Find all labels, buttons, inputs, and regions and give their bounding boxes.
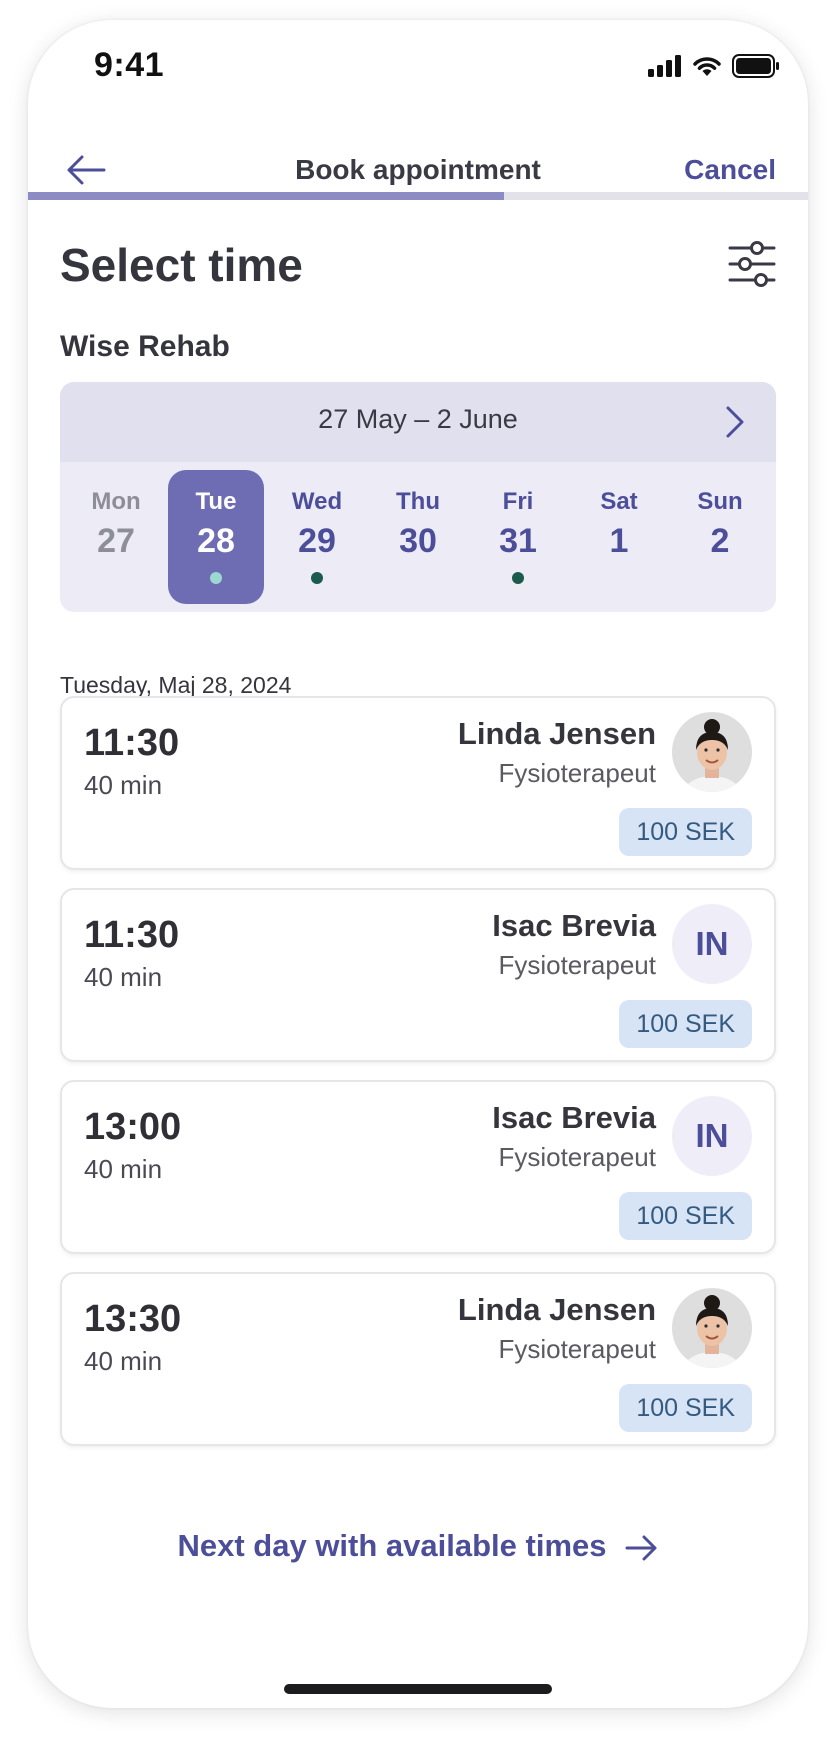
slot-duration: 40 min: [84, 1346, 163, 1376]
day-number: 31: [499, 522, 537, 560]
availability-dot: [210, 572, 222, 584]
day-number: 2: [710, 522, 730, 560]
avatar: [672, 1288, 752, 1368]
day-number: 27: [97, 522, 135, 560]
day-name: Tue: [195, 488, 237, 515]
day-tue[interactable]: Tue 28: [168, 470, 264, 604]
time-slot-card[interactable]: 13:30 40 min Linda Jensen Fysioterapeut …: [60, 1272, 776, 1446]
next-available-day-link[interactable]: Next day with available times: [28, 1528, 808, 1564]
therapist-name: Isac Brevia: [492, 908, 656, 943]
slot-time: 13:00: [84, 1106, 182, 1148]
page-title: Select time: [60, 239, 303, 291]
price-badge: 100 SEK: [619, 808, 752, 856]
day-number: 29: [298, 522, 336, 560]
battery-icon: [732, 54, 779, 78]
price-badge: 100 SEK: [619, 1384, 752, 1432]
availability-dot: [311, 572, 323, 584]
therapist-role: Fysioterapeut: [498, 950, 656, 980]
cancel-button[interactable]: Cancel: [684, 154, 776, 186]
slot-duration: 40 min: [84, 770, 163, 800]
week-header: 27 May – 2 June: [60, 382, 776, 462]
day-mon[interactable]: Mon 27: [68, 470, 164, 604]
day-name: Sun: [697, 488, 743, 515]
day-name: Wed: [291, 488, 343, 515]
status-icons: [648, 54, 780, 78]
filter-sliders-icon[interactable]: [726, 238, 778, 290]
avatar-photo-icon: [672, 1288, 752, 1368]
slot-duration: 40 min: [84, 1154, 163, 1184]
slot-time: 11:30: [84, 914, 180, 956]
status-bar: 9:41: [28, 20, 808, 110]
therapist-role: Fysioterapeut: [498, 758, 656, 788]
selected-date-label: Tuesday, Maj 28, 2024: [60, 672, 292, 698]
day-sun[interactable]: Sun 2: [672, 470, 768, 604]
week-picker: 27 May – 2 June Mon 27 Tue 28 Wed 29 Thu…: [60, 382, 776, 612]
day-thu[interactable]: Thu 30: [370, 470, 466, 604]
booking-progress-bar: [28, 192, 808, 200]
therapist-name: Isac Brevia: [492, 1100, 656, 1135]
day-wed[interactable]: Wed 29: [269, 470, 365, 604]
therapist-role: Fysioterapeut: [498, 1142, 656, 1172]
status-time: 9:41: [94, 46, 165, 84]
slot-time: 13:30: [84, 1298, 182, 1340]
day-name: Thu: [396, 488, 440, 515]
day-number: 28: [197, 522, 235, 560]
day-number: 30: [399, 522, 437, 560]
time-slot-card[interactable]: 11:30 40 min Isac Brevia Fysioterapeut I…: [60, 888, 776, 1062]
day-name: Fri: [502, 488, 534, 515]
wifi-icon: [693, 57, 721, 76]
therapist-role: Fysioterapeut: [498, 1334, 656, 1364]
booking-progress-fill: [28, 192, 504, 200]
avatar-photo-icon: [672, 712, 752, 792]
chevron-right-icon[interactable]: [714, 400, 754, 444]
price-badge: 100 SEK: [619, 1192, 752, 1240]
next-day-label: Next day with available times: [177, 1528, 607, 1563]
day-number: 1: [609, 522, 629, 560]
day-sat[interactable]: Sat 1: [571, 470, 667, 604]
arrow-right-icon: [625, 1535, 656, 1561]
therapist-name: Linda Jensen: [457, 1292, 656, 1327]
signal-icon: [648, 55, 681, 77]
slot-duration: 40 min: [84, 962, 163, 992]
slot-time: 11:30: [84, 722, 180, 764]
avatar-initials: IN: [672, 1096, 752, 1176]
phone-screen: 9:41 Book appointment Cancel Select time…: [28, 20, 808, 1708]
time-slot-card[interactable]: 11:30 40 min Linda Jensen Fysioterapeut …: [60, 696, 776, 870]
week-range-label: 27 May – 2 June: [318, 404, 518, 434]
time-slot-card[interactable]: 13:00 40 min Isac Brevia Fysioterapeut I…: [60, 1080, 776, 1254]
clinic-name: Wise Rehab: [60, 330, 230, 363]
avatar: [672, 712, 752, 792]
availability-dot: [512, 572, 524, 584]
day-name: Mon: [91, 488, 141, 515]
therapist-name: Linda Jensen: [457, 716, 656, 751]
avatar-initials: IN: [672, 904, 752, 984]
home-indicator: [284, 1684, 552, 1694]
price-badge: 100 SEK: [619, 1000, 752, 1048]
day-fri[interactable]: Fri 31: [470, 470, 566, 604]
day-name: Sat: [600, 488, 638, 515]
day-list: Mon 27 Tue 28 Wed 29 Thu 30 Fri 31 Sat 1…: [60, 470, 776, 606]
